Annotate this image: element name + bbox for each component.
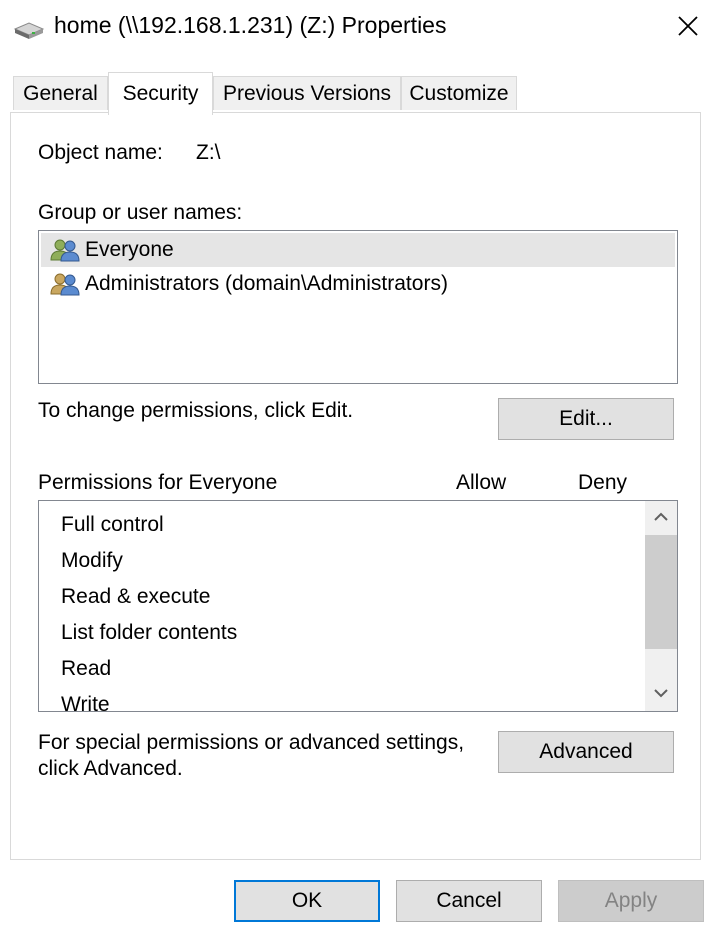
tab-label: Previous Versions <box>222 81 392 105</box>
user-row-everyone[interactable]: Everyone <box>41 233 675 267</box>
permission-name: Read <box>61 657 112 680</box>
permission-row: Modify <box>39 543 645 579</box>
permission-row: Read & execute <box>39 579 645 615</box>
special-permissions-hint-line2: click Advanced. <box>38 757 183 780</box>
scroll-thumb[interactable] <box>645 535 677 649</box>
user-list[interactable]: Everyone Administrators (domain\Administ… <box>38 230 678 384</box>
scroll-up-button[interactable] <box>645 501 677 535</box>
permission-row: Full control <box>39 507 645 543</box>
tab-customize[interactable]: Customize <box>401 76 517 110</box>
advanced-button[interactable]: Advanced <box>498 731 674 773</box>
close-button[interactable] <box>660 0 716 56</box>
object-name-value: Z:\ <box>196 141 221 164</box>
change-permissions-hint: To change permissions, click Edit. <box>38 399 354 422</box>
ok-button[interactable]: OK <box>234 880 380 922</box>
tab-label: General <box>23 81 98 105</box>
group-user-names-label: Group or user names: <box>38 201 243 224</box>
object-name-label: Object name: <box>38 141 163 164</box>
ok-button-label: OK <box>291 889 323 912</box>
permissions-list[interactable]: Full control Modify Read & execute List … <box>38 500 678 712</box>
tab-security[interactable]: Security <box>108 72 213 115</box>
permission-name: Write <box>61 693 110 712</box>
cancel-button-label: Cancel <box>436 889 502 912</box>
close-icon <box>677 15 699 42</box>
tab-label: Security <box>122 82 199 105</box>
permission-name: Read & execute <box>61 585 211 608</box>
permission-row: Read <box>39 651 645 687</box>
edit-button[interactable]: Edit... <box>498 398 674 440</box>
deny-column-header: Deny <box>578 471 628 494</box>
permissions-for-label: Permissions for Everyone <box>38 471 278 494</box>
tab-previous-versions[interactable]: Previous Versions <box>213 76 401 110</box>
special-permissions-hint-line1: For special permissions or advanced sett… <box>38 731 465 754</box>
user-name: Administrators (domain\Administrators) <box>85 272 448 295</box>
window-title: home (\\192.168.1.231) (Z:) Properties <box>54 12 447 38</box>
permission-name: List folder contents <box>61 621 238 644</box>
permission-row: Write <box>39 687 645 712</box>
apply-button-label: Apply <box>604 889 658 912</box>
scroll-down-button[interactable] <box>645 677 677 711</box>
tab-general[interactable]: General <box>13 76 108 110</box>
user-row-administrators[interactable]: Administrators (domain\Administrators) <box>41 267 675 301</box>
apply-button[interactable]: Apply <box>558 880 704 922</box>
advanced-button-label: Advanced <box>539 740 633 763</box>
tab-label: Customize <box>409 81 509 105</box>
chevron-down-icon <box>653 685 669 703</box>
cancel-button[interactable]: Cancel <box>396 880 542 922</box>
users-icon <box>49 238 81 262</box>
edit-button-label: Edit... <box>559 407 613 430</box>
user-name: Everyone <box>85 238 174 261</box>
permission-row: List folder contents <box>39 615 645 651</box>
permissions-scrollbar[interactable] <box>645 501 677 711</box>
title-bar: home (\\192.168.1.231) (Z:) Properties <box>0 0 716 58</box>
users-icon <box>49 272 81 296</box>
chevron-up-icon <box>653 509 669 527</box>
allow-column-header: Allow <box>456 471 507 494</box>
network-drive-icon <box>12 20 46 42</box>
permission-name: Modify <box>61 549 123 572</box>
permission-name: Full control <box>61 513 164 536</box>
